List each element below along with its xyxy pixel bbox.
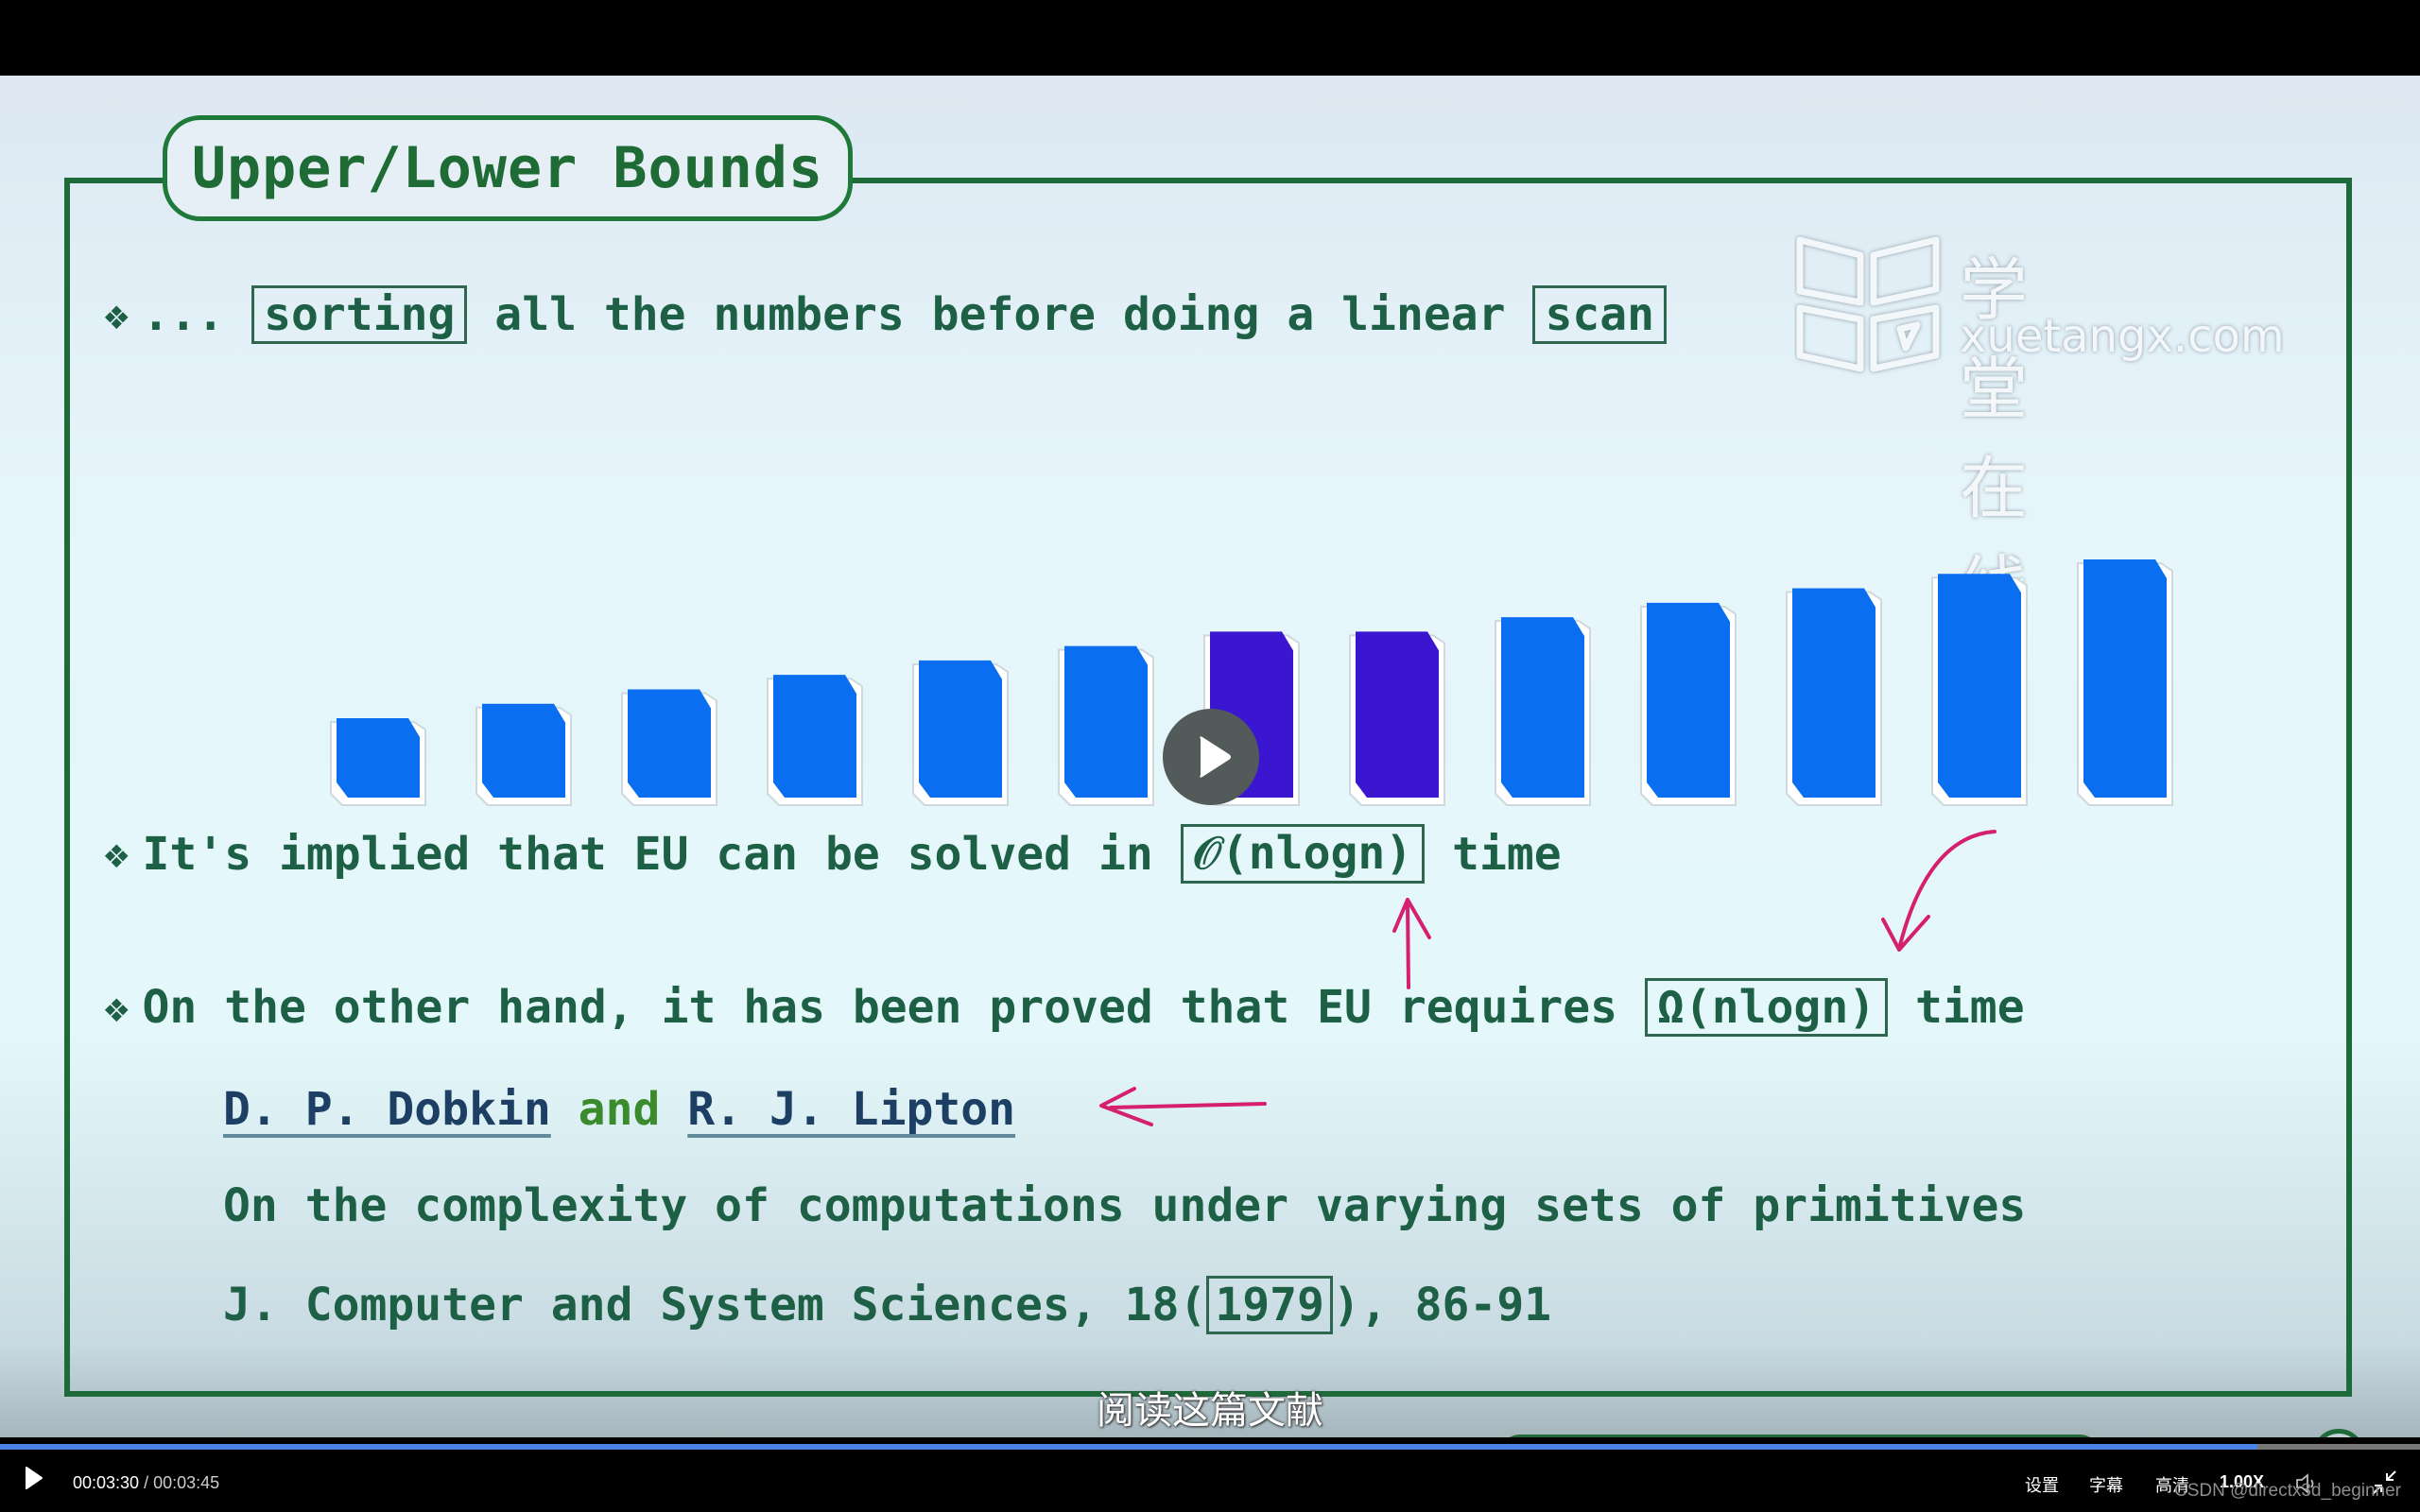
bar [773, 675, 856, 798]
year-boxed: 1979 [1206, 1276, 1333, 1334]
bar-highlighted [1356, 631, 1439, 798]
bar [2083, 559, 2167, 798]
citation-authors: D. P. Dobkin and R. J. Lipton [223, 1083, 1015, 1136]
journal-prefix: J. Computer and System Sciences, 18( [223, 1279, 1207, 1332]
play-overlay-icon [1200, 736, 1231, 778]
captions-button[interactable]: 字幕 [2089, 1472, 2123, 1497]
bullet-icon: ❖ [104, 830, 130, 878]
csdn-watermark: CSDN @directx3d_beginner [2174, 1481, 2402, 1501]
bar [337, 718, 420, 798]
subtitle-caption: 阅读这篇文献 [1097, 1389, 1323, 1433]
bullet-line-sorting: ❖ ... sorting all the numbers before doi… [104, 285, 1668, 344]
current-time: 00:03:30 [73, 1473, 140, 1492]
bullet-line-lower-bound: ❖ On the other hand, it has been proved … [104, 978, 2025, 1037]
progress-bar[interactable] [0, 1444, 2420, 1450]
line3-prefix: On the other hand, it has been proved th… [142, 981, 1645, 1034]
author-conjunction: and [550, 1083, 688, 1136]
player-controls: 00:03:30 / 00:03:45 设置 字幕 高清 1.00X CSDN … [0, 1437, 2420, 1512]
bar [919, 660, 1002, 798]
watermark-en: xuetangx.com [1960, 310, 2285, 363]
time-separator: / [139, 1473, 154, 1492]
journal-suffix: ), 86-91 [1332, 1279, 1552, 1332]
bar [1064, 645, 1148, 798]
bullet-line-upper-bound: ❖ It's implied that EU can be solved in … [104, 824, 1562, 884]
bar [482, 703, 565, 798]
author-lipton: R. J. Lipton [687, 1083, 1016, 1136]
line3-suffix: time [1888, 981, 2025, 1034]
bar [1938, 574, 2021, 798]
play-icon [26, 1467, 43, 1489]
line2-prefix: It's implied that EU can be solved in [142, 827, 1181, 881]
slide-title-box: Upper/Lower Bounds [163, 115, 853, 221]
bullet-icon: ❖ [104, 290, 130, 339]
video-frame[interactable]: Upper/Lower Bounds 学堂在线 xuetangx.com ❖ .… [0, 76, 2420, 1437]
bar [628, 689, 711, 798]
bar [1501, 617, 1584, 798]
progress-fill [0, 1444, 2258, 1450]
center-play-button[interactable] [1163, 709, 1259, 805]
bullet-icon: ❖ [104, 983, 130, 1032]
author-dobkin: D. P. Dobkin [223, 1083, 551, 1136]
omega-boxed-term: Ω(nlogn) [1644, 978, 1889, 1037]
citation-title: On the complexity of computations under … [223, 1179, 2027, 1232]
line1-prefix: ... [142, 288, 252, 341]
big-o-boxed-term: 𝒪(nlogn) [1180, 824, 1426, 884]
scan-boxed-term: scan [1532, 285, 1668, 344]
time-display: 00:03:30 / 00:03:45 [73, 1473, 219, 1493]
bar [1792, 588, 1876, 798]
play-button[interactable] [25, 1466, 43, 1494]
total-time: 00:03:45 [153, 1473, 220, 1492]
citation-journal: J. Computer and System Sciences, 18( 197… [223, 1276, 1551, 1334]
bar [1647, 602, 1730, 798]
settings-button[interactable]: 设置 [2025, 1472, 2059, 1497]
line2-suffix: time [1425, 827, 1562, 881]
xuetangx-logo-icon [1796, 236, 1940, 372]
slide-title: Upper/Lower Bounds [191, 135, 824, 201]
line1-middle: all the numbers before doing a linear [467, 288, 1533, 341]
sorting-boxed-term: sorting [251, 285, 468, 344]
